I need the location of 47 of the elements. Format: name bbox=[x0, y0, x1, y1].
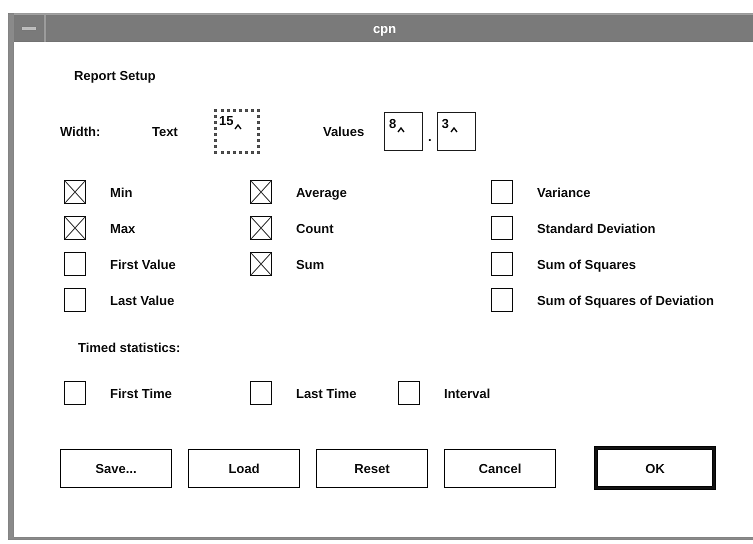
text-label: Text bbox=[152, 124, 179, 138]
checkbox[interactable] bbox=[398, 381, 420, 405]
checkbox-label: Sum bbox=[296, 256, 324, 272]
checkbox[interactable] bbox=[64, 288, 86, 312]
checkbox[interactable] bbox=[491, 252, 513, 276]
checkbox[interactable] bbox=[64, 381, 86, 405]
window-title: cpn bbox=[372, 21, 398, 36]
menu-icon bbox=[22, 26, 36, 30]
checkbox-label: Last Value bbox=[110, 292, 174, 308]
checkbox[interactable] bbox=[64, 252, 86, 276]
checkbox[interactable] bbox=[64, 180, 86, 204]
checkbox[interactable] bbox=[491, 216, 513, 240]
checkbox[interactable] bbox=[250, 381, 272, 405]
checkbox[interactable] bbox=[491, 288, 513, 312]
values-label: Values bbox=[323, 124, 366, 138]
checkbox-label: Count bbox=[296, 220, 334, 236]
checkbox[interactable] bbox=[64, 216, 86, 240]
checkbox[interactable] bbox=[491, 180, 513, 204]
checkbox-label: Max bbox=[110, 220, 136, 236]
checkbox-label: Variance bbox=[537, 184, 590, 200]
checkbox-label: Average bbox=[296, 184, 347, 200]
caret-icon bbox=[234, 124, 242, 130]
decimal-separator: . bbox=[428, 128, 432, 144]
checkbox-label: Last Time bbox=[296, 386, 356, 400]
checkbox-label: Interval bbox=[444, 386, 490, 400]
dialog-button[interactable]: Cancel bbox=[444, 448, 556, 488]
checkbox[interactable] bbox=[250, 252, 272, 276]
dialog-button[interactable]: Reset bbox=[316, 448, 428, 488]
checkbox-label: Standard Deviation bbox=[537, 220, 656, 236]
checkbox[interactable] bbox=[250, 216, 272, 240]
checkbox-label: First Value bbox=[110, 256, 176, 272]
checkbox-label: Min bbox=[110, 184, 132, 200]
section-heading: Timed statistics: bbox=[78, 340, 182, 355]
dialog-button[interactable]: Save... bbox=[60, 448, 172, 488]
checkbox-label: First Time bbox=[110, 386, 172, 400]
input-field[interactable]: 15 bbox=[214, 108, 260, 154]
caret-icon bbox=[450, 126, 458, 132]
checkbox-label: Sum of Squares of Deviation bbox=[537, 292, 714, 308]
checkbox-label: Sum of Squares bbox=[537, 256, 636, 272]
section-heading: Report Setup bbox=[74, 68, 157, 83]
default-button[interactable]: OK bbox=[594, 446, 716, 490]
width-label: Width: bbox=[60, 124, 102, 138]
input-field[interactable]: 3 bbox=[436, 112, 476, 150]
checkbox[interactable] bbox=[250, 180, 272, 204]
caret-icon bbox=[397, 126, 406, 132]
input-field[interactable]: 8 bbox=[384, 112, 423, 150]
dialog-button[interactable]: Load bbox=[188, 448, 300, 488]
